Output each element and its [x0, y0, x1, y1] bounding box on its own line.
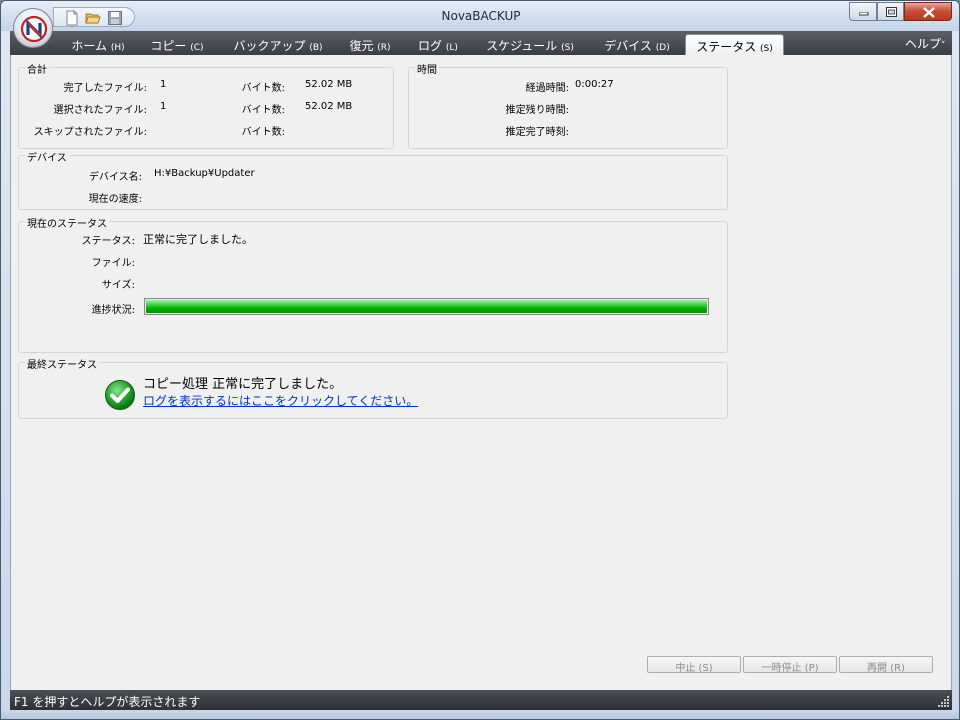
- selected-bytes-label: バイト数:: [241, 105, 285, 116]
- elapsed-time-value: 0:00:27: [575, 79, 614, 90]
- completed-bytes-value: 52.02 MB: [305, 79, 353, 90]
- device-group: デバイス デバイス名: H:¥Backup¥Updater 現在の速度:: [18, 149, 728, 210]
- tab-copy[interactable]: コピー (C): [146, 34, 208, 55]
- skipped-files-label: スキップされたファイル:: [33, 127, 147, 138]
- device-title: デバイス: [25, 149, 69, 164]
- tab-schedule[interactable]: スケジュール (S): [480, 34, 580, 55]
- open-folder-icon[interactable]: [85, 10, 101, 26]
- current-status-group: 現在のステータス ステータス: 正常に完了しました。 ファイル: サイズ: 進捗…: [18, 215, 728, 353]
- progress-label: 進捗状況:: [91, 305, 135, 316]
- totals-group: 合計 完了したファイル: 1 バイト数: 52.02 MB 選択されたファイル:…: [18, 61, 394, 149]
- final-status-message: コピー処理 正常に完了しました。: [143, 377, 343, 392]
- status-label: ステータス:: [81, 236, 135, 247]
- selected-files-value: 1: [160, 101, 167, 112]
- maximize-button[interactable]: [877, 2, 904, 21]
- tab-restore[interactable]: 復元 (R): [344, 34, 396, 55]
- tab-device[interactable]: デバイス (D): [596, 34, 678, 55]
- time-title: 時間: [415, 61, 439, 76]
- novabackup-logo-icon: [20, 15, 48, 43]
- device-name-label: デバイス名:: [88, 172, 142, 183]
- maximize-icon: [886, 7, 897, 17]
- progress-bar: [144, 298, 709, 315]
- status-value: 正常に完了しました。: [143, 233, 253, 246]
- close-icon: [923, 7, 935, 18]
- resize-grip-icon[interactable]: [936, 694, 950, 708]
- success-check-icon: [104, 379, 136, 411]
- close-button[interactable]: [904, 2, 952, 21]
- tab-log[interactable]: ログ (L): [413, 34, 463, 55]
- selected-files-label: 選択されたファイル:: [53, 105, 147, 116]
- ribbon-tab-bar: ホーム (H) コピー (C) バックアップ (B) 復元 (R) ログ (L)…: [10, 31, 952, 55]
- final-status-group: 最終ステータス コピー処理 正常に完了しました。 ログを表示するにはここをクリッ…: [18, 356, 728, 419]
- save-icon[interactable]: [107, 10, 123, 26]
- skipped-bytes-label: バイト数:: [241, 127, 285, 138]
- view-log-link[interactable]: ログを表示するにはここをクリックしてください。: [143, 392, 418, 409]
- elapsed-time-label: 経過時間:: [525, 83, 569, 94]
- status-bar: F1 を押すとヘルプが表示されます: [10, 690, 952, 710]
- time-group: 時間 経過時間: 0:00:27 推定残り時間: 推定完了時刻:: [408, 61, 728, 149]
- completion-time-label: 推定完了時刻:: [505, 127, 569, 138]
- app-window: NovaBACKUP ホーム (H) コピー (C) バックアップ (B) 復元…: [0, 0, 960, 720]
- tab-home[interactable]: ホーム (H): [62, 34, 134, 55]
- file-label: ファイル:: [91, 258, 135, 269]
- minimize-button[interactable]: [849, 2, 877, 21]
- tab-backup[interactable]: バックアップ (B): [228, 34, 328, 55]
- size-label: サイズ:: [101, 280, 135, 291]
- pause-button[interactable]: 一時停止 (P): [743, 656, 837, 674]
- resume-button[interactable]: 再開 (R): [839, 656, 933, 674]
- device-name-value: H:¥Backup¥Updater: [154, 168, 255, 179]
- selected-bytes-value: 52.02 MB: [305, 101, 353, 112]
- chevron-down-icon: ˅: [941, 41, 946, 51]
- completed-files-value: 1: [160, 79, 167, 90]
- status-page: 合計 完了したファイル: 1 バイト数: 52.02 MB 選択されたファイル:…: [10, 55, 952, 690]
- totals-title: 合計: [25, 61, 49, 76]
- remaining-time-label: 推定残り時間:: [505, 105, 569, 116]
- quick-access-toolbar: [53, 7, 135, 27]
- completed-files-label: 完了したファイル:: [63, 83, 147, 94]
- current-status-title: 現在のステータス: [25, 215, 109, 230]
- help-menu[interactable]: ヘルプ˅: [905, 35, 946, 52]
- application-menu-button[interactable]: [13, 8, 53, 48]
- final-status-title: 最終ステータス: [25, 356, 99, 371]
- window-bottom-frame: [1, 710, 959, 719]
- tab-status[interactable]: ステータス (S): [685, 34, 784, 55]
- new-document-icon[interactable]: [64, 10, 80, 26]
- window-title: NovaBACKUP: [441, 9, 521, 23]
- minimize-icon: [859, 12, 869, 16]
- title-bar[interactable]: NovaBACKUP: [1, 1, 959, 31]
- completed-bytes-label: バイト数:: [241, 83, 285, 94]
- current-speed-label: 現在の速度:: [88, 194, 142, 205]
- progress-fill: [146, 300, 707, 313]
- stop-button[interactable]: 中止 (S): [647, 656, 741, 674]
- status-bar-text: F1 を押すとヘルプが表示されます: [14, 695, 201, 709]
